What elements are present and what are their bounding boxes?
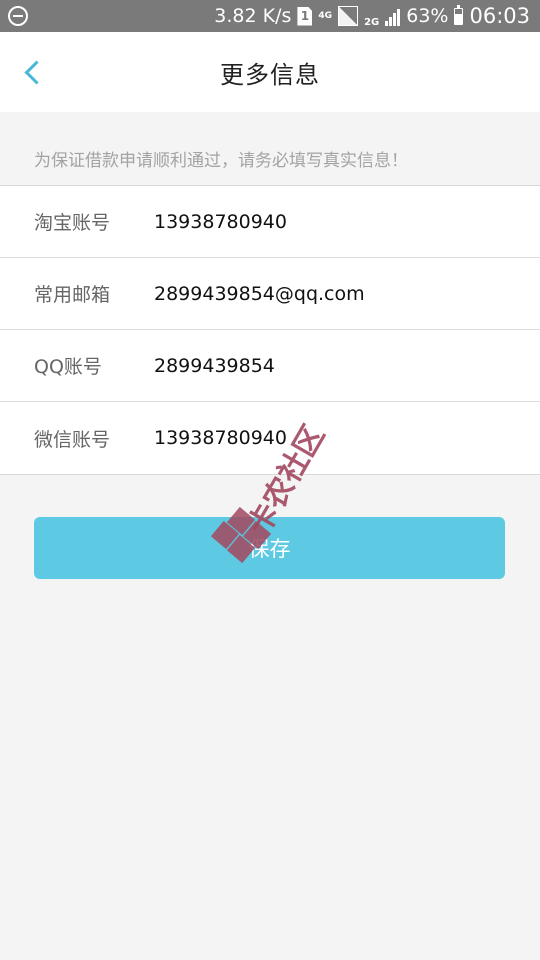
wechat-account-row: 微信账号 13938780940 [0, 402, 540, 474]
network-speed: 3.82 K/s [214, 5, 292, 27]
status-left [8, 6, 28, 26]
status-right: 3.82 K/s 1 4G 2G 63% 06:03 [214, 4, 530, 28]
status-bar: 3.82 K/s 1 4G 2G 63% 06:03 [0, 0, 540, 32]
save-button[interactable]: 保存 [34, 517, 505, 579]
network-2g-label: 2G [364, 17, 380, 28]
clock: 06:03 [469, 4, 530, 28]
battery-percent: 63% [406, 5, 449, 27]
notice-text: 为保证借款申请顺利通过，请务必填写真实信息！ [34, 151, 408, 171]
qq-account-label: QQ账号 [34, 356, 102, 378]
nav-bar: 更多信息 [0, 32, 540, 112]
taobao-account-label: 淘宝账号 [34, 212, 111, 234]
wechat-account-label: 微信账号 [34, 428, 111, 451]
sim-icon: 1 [297, 6, 313, 26]
taobao-account-row: 淘宝账号 13938780940 [0, 186, 540, 258]
back-button[interactable] [10, 50, 54, 94]
do-not-disturb-icon [8, 6, 28, 26]
network-4g-icon: 4G [318, 10, 333, 21]
email-label: 常用邮箱 [34, 284, 111, 306]
signal-bars-icon [385, 6, 401, 26]
chevron-left-icon [23, 59, 49, 85]
email-row: 常用邮箱 2899439854@qq.com [0, 258, 540, 330]
qq-account-field[interactable]: 2899439854 [154, 355, 275, 377]
form-list: 淘宝账号 13938780940 常用邮箱 2899439854@qq.com … [0, 185, 540, 475]
email-field[interactable]: 2899439854@qq.com [154, 283, 365, 305]
page-title: 更多信息 [220, 60, 320, 89]
signal-strength-icon [338, 6, 359, 26]
wechat-account-field[interactable]: 13938780940 [154, 427, 287, 449]
battery-icon [454, 4, 464, 25]
qq-account-row: QQ账号 2899439854 [0, 330, 540, 402]
taobao-account-field[interactable]: 13938780940 [154, 211, 287, 233]
